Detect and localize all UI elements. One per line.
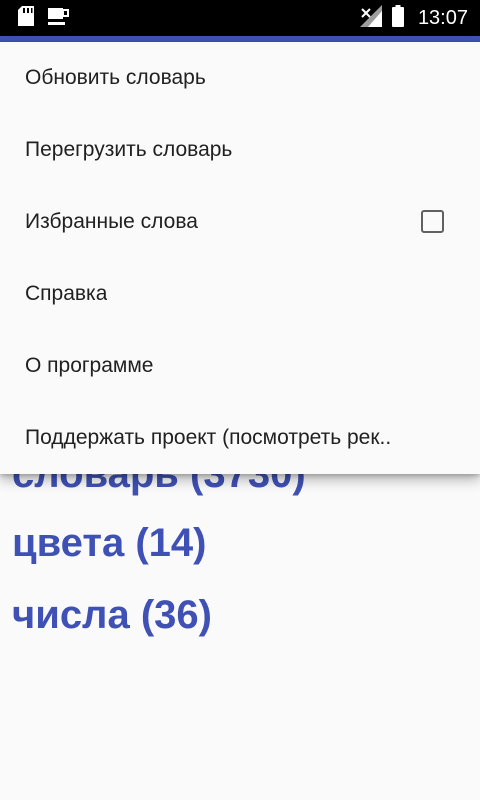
battery-icon — [391, 4, 404, 32]
status-bar: 13:07 — [0, 0, 480, 36]
sd-card-icon — [18, 5, 34, 31]
overflow-menu: Обновить словарь Перегрузить словарь Изб… — [0, 42, 480, 474]
status-time: 13:07 — [417, 6, 468, 29]
menu-item-favorite-words[interactable]: Избранные слова — [0, 186, 480, 258]
menu-item-reload-dictionary[interactable]: Перегрузить словарь — [0, 114, 480, 186]
menu-item-label: Справка — [25, 282, 108, 305]
menu-item-label: Поддержать проект (посмотреть рек.. — [25, 426, 392, 449]
menu-item-label: Избранные слова — [25, 210, 198, 233]
menu-item-label: О программе — [25, 354, 154, 377]
menu-item-support-project[interactable]: Поддержать проект (посмотреть рек.. — [0, 402, 480, 474]
signal-off-icon — [359, 4, 382, 32]
coffee-cup-icon — [48, 6, 70, 31]
menu-item-help[interactable]: Справка — [0, 258, 480, 330]
favorite-words-checkbox[interactable] — [421, 210, 444, 233]
category-item[interactable]: цвета (14) — [12, 523, 206, 563]
menu-item-label: Перегрузить словарь — [25, 138, 233, 161]
menu-item-update-dictionary[interactable]: Обновить словарь — [0, 42, 480, 114]
category-item[interactable]: числа (36) — [12, 595, 212, 635]
menu-item-label: Обновить словарь — [25, 66, 206, 89]
menu-item-about[interactable]: О программе — [0, 330, 480, 402]
